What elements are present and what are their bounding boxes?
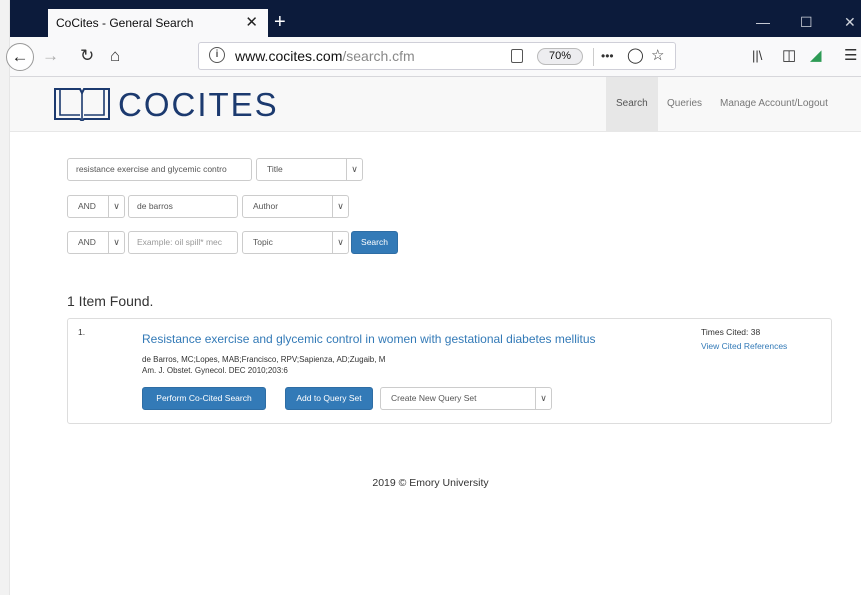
chevron-down-icon: ∨ — [332, 232, 348, 253]
search-term-input-2[interactable]: de barros — [128, 195, 238, 218]
reader-view-icon[interactable] — [511, 49, 523, 63]
site-info-icon[interactable]: i — [209, 47, 225, 63]
search-term-input-1[interactable]: resistance exercise and glycemic contro — [67, 158, 252, 181]
query-set-select[interactable]: Create New Query Set ∨ — [380, 387, 552, 410]
add-to-query-set-button[interactable]: Add to Query Set — [285, 387, 373, 410]
bookmark-star-icon[interactable]: ☆ — [651, 43, 664, 69]
times-cited: Times Cited: 38 — [701, 327, 761, 337]
operator-select-3-value: AND — [78, 237, 96, 247]
menu-icon[interactable]: ☰ — [844, 43, 857, 69]
operator-select-2-value: AND — [78, 201, 96, 211]
nav-queries[interactable]: Queries — [657, 77, 712, 131]
result-number: 1. — [78, 327, 86, 337]
result-card: 1. Resistance exercise and glycemic cont… — [67, 318, 832, 424]
url-text: www.cocites.com/search.cfm — [235, 48, 415, 64]
field-select-1[interactable]: Title ∨ — [256, 158, 363, 181]
field-select-3-value: Topic — [253, 237, 273, 247]
new-tab-icon[interactable]: + — [274, 9, 286, 35]
forward-arrow-icon[interactable]: → — [42, 43, 59, 69]
nav-search[interactable]: Search — [606, 77, 658, 131]
navigation-toolbar: ← → ↻ ⌂ i www.cocites.com/search.cfm 70%… — [6, 37, 861, 77]
titlebar — [10, 0, 861, 9]
zoom-badge[interactable]: 70% — [537, 48, 583, 65]
footer-copyright: 2019 © Emory University — [372, 477, 489, 489]
url-bar[interactable]: i www.cocites.com/search.cfm 70% ••• ◯ ☆ — [198, 42, 676, 70]
search-button[interactable]: Search — [351, 231, 398, 254]
minimize-icon[interactable]: — — [756, 9, 770, 35]
field-select-3[interactable]: Topic ∨ — [242, 231, 349, 254]
query-set-select-value: Create New Query Set — [391, 393, 477, 403]
pocket-icon[interactable]: ◯ — [627, 43, 644, 69]
perform-cocited-search-button[interactable]: Perform Co-Cited Search — [142, 387, 266, 410]
tab-close-icon[interactable]: ✕ — [245, 9, 258, 37]
maximize-icon[interactable]: ☐ — [800, 9, 813, 35]
library-icon[interactable]: ||\ — [752, 43, 762, 69]
logo-text: COCITES — [118, 86, 279, 123]
result-authors: de Barros, MC;Lopes, MAB;Francisco, RPV;… — [142, 355, 386, 364]
page-actions-icon[interactable]: ••• — [601, 43, 614, 69]
chevron-down-icon: ∨ — [108, 232, 124, 253]
field-select-1-value: Title — [267, 164, 283, 174]
field-select-2-value: Author — [253, 201, 279, 211]
chevron-down-icon: ∨ — [535, 388, 551, 409]
url-divider — [593, 48, 594, 66]
chevron-down-icon: ∨ — [332, 196, 348, 217]
tab-cocites[interactable]: CoCites - General Search ✕ — [48, 9, 268, 37]
operator-select-2[interactable]: AND ∨ — [67, 195, 125, 218]
window-close-icon[interactable]: ✕ — [844, 9, 856, 35]
sidebar-icon[interactable]: ◫ — [782, 43, 796, 69]
result-source: Am. J. Obstet. Gynecol. DEC 2010;203:6 — [142, 366, 288, 375]
tab-bar: CoCites - General Search ✕ + — ☐ ✕ — [10, 9, 861, 37]
nav-manage-account[interactable]: Manage Account/Logout — [710, 77, 838, 131]
extension-icon[interactable]: ◢ — [810, 43, 822, 69]
search-term-input-3[interactable]: Example: oil spill* mec — [128, 231, 238, 254]
results-count: 1 Item Found. — [67, 293, 154, 309]
result-title-link[interactable]: Resistance exercise and glycemic control… — [142, 332, 596, 346]
chevron-down-icon: ∨ — [108, 196, 124, 217]
view-cited-references-link[interactable]: View Cited References — [701, 341, 787, 351]
field-select-2[interactable]: Author ∨ — [242, 195, 349, 218]
book-logo-icon — [54, 88, 110, 121]
site-header: COCITES Search Queries Manage Account/Lo… — [10, 77, 861, 132]
chevron-down-icon: ∨ — [346, 159, 362, 180]
left-window-edge — [0, 0, 10, 595]
tab-title: CoCites - General Search — [56, 16, 194, 30]
home-icon[interactable]: ⌂ — [110, 43, 120, 69]
operator-select-3[interactable]: AND ∨ — [67, 231, 125, 254]
back-arrow-icon[interactable]: ← — [6, 43, 34, 71]
reload-icon[interactable]: ↻ — [80, 43, 94, 69]
